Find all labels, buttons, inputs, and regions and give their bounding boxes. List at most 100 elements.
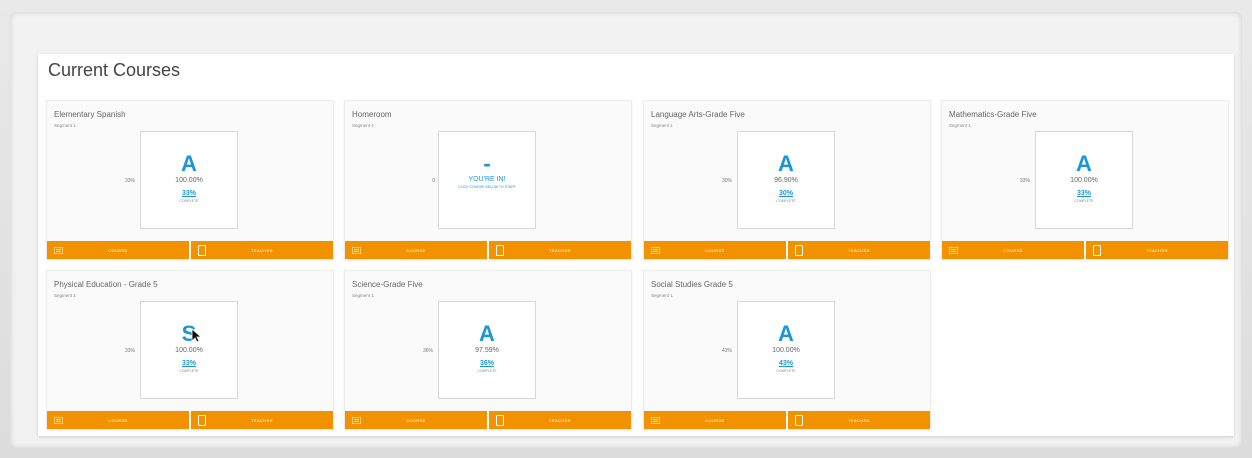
course-grid: Elementary Spanish Segment 1 33% A 100.0… [46, 100, 1229, 430]
course-list-icon [947, 245, 959, 255]
course-button[interactable]: COURSE [345, 411, 487, 429]
course-list-icon [52, 245, 64, 255]
course-list-icon [350, 245, 362, 255]
course-card-science: Science-Grade Five Segment 1 36% A 97.59… [344, 270, 632, 430]
course-list-icon [649, 245, 661, 255]
course-segment: Segment 1 [54, 123, 76, 128]
complete-percent: 36% [479, 360, 494, 367]
phone-icon [196, 244, 208, 256]
course-button[interactable]: COURSE [942, 241, 1084, 259]
course-segment: Segment 1 [651, 293, 673, 298]
phone-icon [494, 414, 506, 426]
side-percent: 36% [422, 348, 433, 354]
side-percent: 0 [432, 178, 435, 184]
course-title: Elementary Spanish [54, 110, 126, 119]
side-percent: 30% [721, 178, 732, 184]
course-title: Science-Grade Five [352, 280, 423, 289]
course-card-homeroom: Homeroom Segment 1 0 - YOU'RE IN! CLICK … [344, 100, 632, 260]
teacher-button[interactable]: TEACHER [489, 241, 631, 259]
course-card-mathematics: Mathematics-Grade Five Segment 1 33% A 1… [941, 100, 1229, 260]
side-percent: 33% [124, 178, 135, 184]
teacher-button-label: TEACHER [251, 247, 273, 253]
complete-label: COMPLETE [179, 199, 199, 203]
course-button[interactable]: COURSE [47, 411, 189, 429]
phone-icon [793, 414, 805, 426]
course-list-icon [52, 415, 64, 425]
course-button-label: COURSE [1003, 247, 1023, 253]
teacher-button[interactable]: TEACHER [788, 411, 930, 429]
course-actions: COURSE TEACHER [644, 411, 930, 429]
grade-box[interactable]: A 97.59% 36% COMPLETE [438, 301, 536, 399]
course-actions: COURSE TEACHER [47, 241, 333, 259]
side-percent: 33% [1019, 178, 1030, 184]
youre-in-message: YOU'RE IN! [468, 176, 506, 183]
course-title: Mathematics-Grade Five [949, 110, 1037, 119]
complete-label: COMPLETE [179, 369, 199, 373]
complete-percent: 30% [778, 190, 793, 197]
side-percent: 33% [124, 348, 135, 354]
course-segment: Segment 1 [352, 293, 374, 298]
teacher-button-label: TEACHER [848, 417, 870, 423]
teacher-button[interactable]: TEACHER [191, 411, 333, 429]
complete-percent: 43% [778, 360, 793, 367]
course-actions: COURSE TEACHER [644, 241, 930, 259]
teacher-button[interactable]: TEACHER [191, 241, 333, 259]
course-title: Physical Education - Grade 5 [54, 280, 158, 289]
grade-box[interactable]: A 100.00% 43% COMPLETE [737, 301, 835, 399]
teacher-button[interactable]: TEACHER [1086, 241, 1228, 259]
course-button-label: COURSE [108, 247, 128, 253]
course-actions: COURSE TEACHER [345, 411, 631, 429]
course-segment: Segment 1 [949, 123, 971, 128]
grade-box[interactable]: - YOU'RE IN! CLICK COURSE BELOW TO START [438, 131, 536, 229]
course-title: Homeroom [352, 110, 392, 119]
grade-letter: - [483, 151, 491, 176]
course-title: Language Arts-Grade Five [651, 110, 745, 119]
grade-score: 100.00% [772, 347, 800, 354]
course-list-icon [649, 415, 661, 425]
phone-icon [196, 414, 208, 426]
course-actions: COURSE TEACHER [942, 241, 1228, 259]
course-button-label: COURSE [406, 247, 426, 253]
teacher-button-label: TEACHER [251, 417, 273, 423]
teacher-button[interactable]: TEACHER [489, 411, 631, 429]
course-button-label: COURSE [108, 417, 128, 423]
teacher-button[interactable]: TEACHER [788, 241, 930, 259]
course-card-language-arts: Language Arts-Grade Five Segment 1 30% A… [643, 100, 931, 260]
course-actions: COURSE TEACHER [47, 411, 333, 429]
grade-box[interactable]: A 100.00% 33% COMPLETE [1035, 131, 1133, 229]
course-button[interactable]: COURSE [345, 241, 487, 259]
grade-score: 97.59% [475, 347, 499, 354]
side-percent: 43% [721, 348, 732, 354]
grade-box[interactable]: A 96.90% 30% COMPLETE [737, 131, 835, 229]
course-actions: COURSE TEACHER [345, 241, 631, 259]
grade-box[interactable]: A 100.00% 33% COMPLETE [140, 131, 238, 229]
complete-percent: 33% [181, 190, 196, 197]
course-segment: Segment 1 [54, 293, 76, 298]
course-segment: Segment 1 [651, 123, 673, 128]
grade-score: 100.00% [1070, 177, 1098, 184]
course-card-social-studies: Social Studies Grade 5 Segment 1 43% A 1… [643, 270, 931, 430]
teacher-button-label: TEACHER [848, 247, 870, 253]
mouse-pointer-icon [191, 328, 203, 348]
course-button[interactable]: COURSE [47, 241, 189, 259]
course-title: Social Studies Grade 5 [651, 280, 733, 289]
grade-score: 100.00% [175, 347, 203, 354]
course-button[interactable]: COURSE [644, 411, 786, 429]
current-courses-panel: Current Courses Elementary Spanish Segme… [38, 54, 1234, 436]
grade-letter: S [181, 321, 197, 346]
phone-icon [494, 244, 506, 256]
complete-label: COMPLETE [1074, 199, 1094, 203]
complete-percent: 33% [181, 360, 196, 367]
course-button[interactable]: COURSE [644, 241, 786, 259]
grade-score: 96.90% [774, 177, 798, 184]
youre-in-instructions: CLICK COURSE BELOW TO START [458, 185, 516, 189]
course-list-icon [350, 415, 362, 425]
grade-letter: A [778, 321, 794, 346]
course-card-elementary-spanish: Elementary Spanish Segment 1 33% A 100.0… [46, 100, 334, 260]
grade-box[interactable]: S 100.00% 33% COMPLETE [140, 301, 238, 399]
teacher-button-label: TEACHER [1146, 247, 1168, 253]
course-button-label: COURSE [705, 417, 725, 423]
course-card-physical-education: Physical Education - Grade 5 Segment 1 3… [46, 270, 334, 430]
grade-score: 100.00% [175, 177, 203, 184]
phone-icon [793, 244, 805, 256]
